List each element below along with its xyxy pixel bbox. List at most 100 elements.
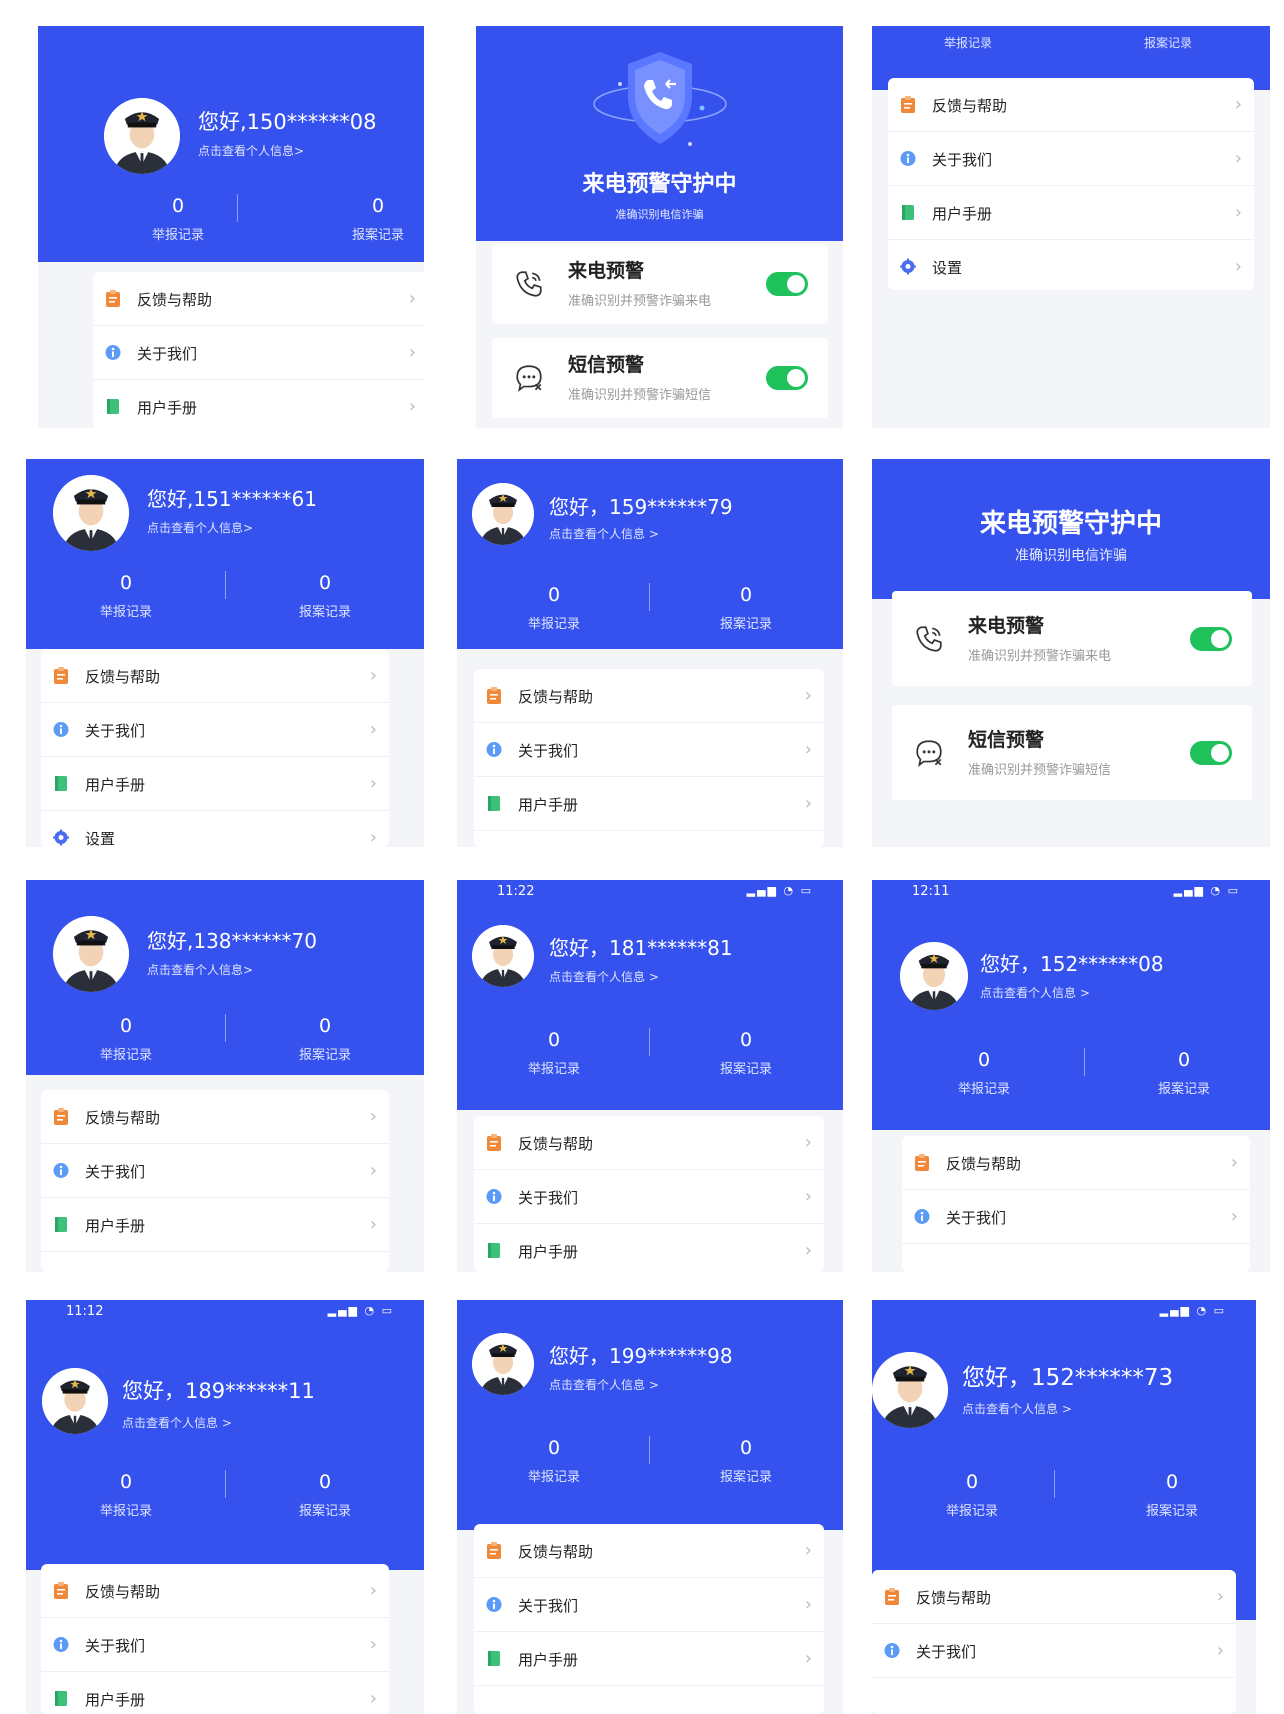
status-bar: 12:11 ▂▄▆ ◔ ▭ [872, 880, 1270, 906]
call-alert-toggle[interactable] [1190, 626, 1232, 651]
profile-link[interactable]: 点击查看个人信息 > [549, 1376, 659, 1393]
greeting-text[interactable]: 您好，199******98 [549, 1340, 733, 1369]
menu-item[interactable]: 反馈与帮助 › [41, 649, 389, 703]
greeting-text[interactable]: 您好，152******08 [980, 948, 1164, 977]
menu-item[interactable]: 关于我们 › [474, 1578, 824, 1632]
menu-item-label: 设置 [932, 259, 963, 277]
greeting-text[interactable]: 您好,151******61 [147, 483, 317, 512]
menu-item[interactable]: 关于我们 › [872, 1624, 1236, 1678]
profile-screen: 您好，159******79 点击查看个人信息 > 0 举报记录 0 报案记录 反馈与帮助 ›… [457, 459, 843, 847]
report-records-stat[interactable]: 0 举报记录 [66, 571, 186, 620]
greeting-text[interactable]: 您好，159******79 [549, 491, 733, 520]
avatar[interactable] [104, 98, 180, 174]
tab-case-records[interactable]: 报案记录 [1144, 34, 1192, 51]
profile-link[interactable]: 点击查看个人信息> [198, 142, 304, 159]
menu-screen: 举报记录 报案记录反馈与帮助 › 关于我们 › 用户手册 › 设置 › [872, 26, 1270, 428]
menu-item[interactable]: 关于我们 › [41, 1618, 389, 1672]
menu-item-label: 反馈与帮助 [518, 688, 594, 706]
menu-item[interactable]: 设置 › [888, 240, 1254, 290]
menu-item[interactable]: 反馈与帮助 › [474, 1524, 824, 1578]
menu-item[interactable]: 用户手册 › [474, 777, 824, 831]
report-records-stat[interactable]: 0 举报记录 [118, 194, 238, 243]
stat-value: 0 [119, 572, 133, 594]
greeting-text[interactable]: 您好，189******11 [122, 1375, 315, 1405]
greeting-text[interactable]: 您好，152******73 [962, 1358, 1173, 1392]
call-alert-toggle[interactable] [766, 272, 808, 296]
menu-item[interactable]: 反馈与帮助 › [93, 272, 424, 326]
profile-link[interactable]: 点击查看个人信息 > [549, 525, 659, 542]
case-records-stat[interactable]: 0 报案记录 [686, 583, 806, 632]
case-records-stat[interactable]: 0 报案记录 [265, 1470, 385, 1519]
menu-item[interactable]: 关于我们 › [902, 1190, 1250, 1244]
case-records-stat[interactable]: 0 报案记录 [265, 571, 385, 620]
profile-link[interactable]: 点击查看个人信息> [147, 961, 253, 978]
menu-item-label: 用户手册 [85, 1217, 146, 1235]
sms-alert-toggle[interactable] [1190, 740, 1232, 765]
menu-item[interactable]: 反馈与帮助 › [41, 1090, 389, 1144]
profile-screen: 您好,151******61 点击查看个人信息> 0 举报记录 0 报案记录 反馈与帮助 › 关… [26, 459, 424, 847]
avatar[interactable] [872, 1352, 948, 1428]
menu-card: 反馈与帮助 › 关于我们 › 用户手册 › [474, 669, 824, 847]
menu-item[interactable]: 用户手册 › [474, 1224, 824, 1272]
report-records-stat[interactable]: 0 举报记录 [66, 1014, 186, 1063]
menu-item[interactable]: 反馈与帮助 › [474, 669, 824, 723]
menu-item[interactable]: 用户手册 › [41, 1198, 389, 1252]
menu-item[interactable]: 用户手册 › [41, 1672, 389, 1714]
report-records-stat[interactable]: 0 举报记录 [66, 1470, 186, 1519]
menu-item[interactable]: 关于我们 › [888, 132, 1254, 186]
status-time: 11:22 [497, 884, 535, 899]
case-records-stat[interactable]: 0 报案记录 [686, 1028, 806, 1077]
greeting-text[interactable]: 您好，181******81 [549, 932, 733, 961]
menu-card: 反馈与帮助›关于我们›用户手册›设置› [93, 272, 424, 428]
report-records-stat[interactable]: 0 举报记录 [912, 1470, 1032, 1519]
report-records-stat[interactable]: 0 举报记录 [924, 1048, 1044, 1097]
menu-item-label: 关于我们 [85, 722, 146, 740]
menu-item[interactable]: 用户手册 › [474, 1632, 824, 1686]
menu-item[interactable]: 反馈与帮助 › [41, 1564, 389, 1618]
avatar[interactable] [472, 925, 534, 987]
menu-item[interactable]: 关于我们 › [41, 703, 389, 757]
avatar[interactable] [900, 942, 968, 1010]
case-records-stat[interactable]: 0 报案记录 [1124, 1048, 1244, 1097]
report-records-stat[interactable]: 0 举报记录 [494, 1436, 614, 1485]
status-icons: ▂▄▆ ◔ ▭ [327, 1304, 394, 1317]
chevron-right-icon: › [804, 739, 812, 760]
case-records-stat[interactable]: 0 报案记录 [686, 1436, 806, 1485]
sms-alert-toggle[interactable] [766, 366, 808, 390]
menu-item[interactable]: 关于我们 › [41, 1144, 389, 1198]
case-records-stat[interactable]: 0 报案记录 [265, 1014, 385, 1063]
profile-link[interactable]: 点击查看个人信息 > [122, 1414, 232, 1431]
menu-card: 反馈与帮助 › 关于我们 › 用户手册 › [474, 1524, 824, 1714]
profile-link[interactable]: 点击查看个人信息> [147, 519, 253, 536]
menu-item[interactable]: 反馈与帮助 › [902, 1136, 1250, 1190]
case-records-stat[interactable]: 0 报案记录 [318, 194, 424, 243]
profile-link[interactable]: 点击查看个人信息 > [980, 984, 1090, 1001]
greeting-text[interactable]: 您好,150******08 [198, 106, 376, 136]
stat-value: 0 [547, 584, 561, 606]
chevron-right-icon: › [408, 396, 416, 417]
menu-item[interactable]: 用户手册 › [888, 186, 1254, 240]
menu-item[interactable]: 用户手册 › [93, 380, 424, 428]
menu-item[interactable]: 关于我们 › [474, 723, 824, 777]
menu-item-label: 关于我们 [916, 1643, 977, 1661]
report-records-stat[interactable]: 0 举报记录 [494, 583, 614, 632]
menu-item[interactable]: 反馈与帮助 › [888, 78, 1254, 132]
avatar[interactable] [472, 483, 534, 545]
report-records-stat[interactable]: 0 举报记录 [494, 1028, 614, 1077]
avatar[interactable] [42, 1368, 108, 1434]
menu-item[interactable]: 反馈与帮助 › [872, 1570, 1236, 1624]
menu-item[interactable]: 反馈与帮助 › [474, 1116, 824, 1170]
menu-item[interactable]: 设置 › [41, 811, 389, 847]
feedback-icon [884, 1588, 900, 1605]
avatar[interactable] [53, 916, 129, 992]
menu-item[interactable]: 关于我们 › [474, 1170, 824, 1224]
greeting-text[interactable]: 您好,138******70 [147, 925, 317, 954]
tab-report-records[interactable]: 举报记录 [944, 34, 992, 51]
avatar[interactable] [472, 1333, 534, 1395]
case-records-stat[interactable]: 0 报案记录 [1112, 1470, 1232, 1519]
avatar[interactable] [53, 475, 129, 551]
menu-item[interactable]: 用户手册 › [41, 757, 389, 811]
profile-link[interactable]: 点击查看个人信息 > [962, 1400, 1072, 1417]
menu-item[interactable]: 关于我们 › [93, 326, 424, 380]
profile-link[interactable]: 点击查看个人信息 > [549, 968, 659, 985]
